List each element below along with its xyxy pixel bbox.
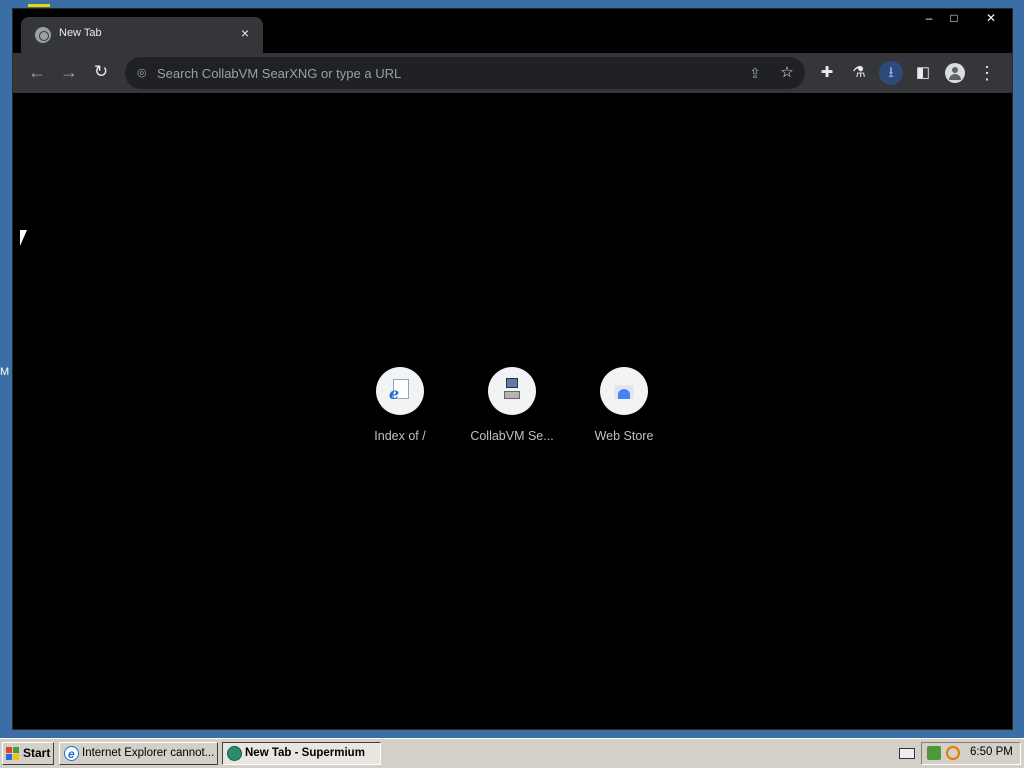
computer-icon: [504, 378, 522, 402]
shortcut-label: Web Store: [594, 429, 654, 443]
shortcut-collabvm-searxng[interactable]: CollabVM Se...: [456, 365, 568, 455]
windows-flag-icon: [6, 747, 20, 760]
taskbar-item-label: New Tab - Supermium: [245, 747, 365, 759]
browser-titlebar: New Tab × – □ ✕: [13, 9, 1012, 53]
back-button[interactable]: ←: [25, 61, 49, 85]
internet-explorer-icon: [64, 744, 79, 764]
minimize-button[interactable]: –: [916, 9, 942, 29]
keyboard-language-icon[interactable]: [899, 748, 915, 759]
browser-menu-icon[interactable]: ⋮: [975, 61, 999, 85]
taskbar-item-label: Internet Explorer cannot...: [82, 747, 215, 759]
address-bar-input[interactable]: [157, 63, 717, 83]
maximize-button[interactable]: □: [941, 9, 967, 29]
start-button[interactable]: Start: [2, 742, 54, 765]
shortcut-icon-circle: [600, 367, 648, 415]
profile-avatar-button[interactable]: [943, 61, 967, 85]
taskbar-item-internet-explorer[interactable]: Internet Explorer cannot...: [59, 742, 218, 765]
start-label: Start: [23, 746, 51, 760]
download-icon[interactable]: ⭳: [879, 61, 903, 85]
bookmark-star-icon[interactable]: ☆: [777, 63, 797, 83]
network-tray-icon[interactable]: [927, 746, 941, 760]
web-store-icon: [614, 381, 634, 399]
new-tab-page: e Index of / CollabVM Se... Web Store: [13, 95, 1012, 729]
forward-button[interactable]: →: [57, 61, 81, 85]
mouse-cursor-icon: [20, 230, 34, 246]
taskbar: Start Internet Explorer cannot... New Ta…: [0, 738, 1024, 768]
extensions-puzzle-icon[interactable]: ✚: [815, 61, 839, 85]
search-engine-icon: ◎: [137, 67, 147, 79]
shortcut-index-of[interactable]: e Index of /: [344, 365, 456, 455]
taskbar-item-supermium[interactable]: New Tab - Supermium: [222, 742, 381, 765]
supermium-icon: [227, 746, 242, 761]
omnibox[interactable]: ◎ ⇪ ☆: [125, 57, 805, 89]
globe-icon: [35, 27, 51, 43]
shortcut-label: CollabVM Se...: [470, 429, 554, 443]
search-tray-icon[interactable]: [946, 746, 960, 760]
labs-flask-icon[interactable]: ⚗: [847, 61, 871, 85]
ie-page-icon: e: [389, 379, 411, 403]
shortcut-label: Index of /: [374, 429, 426, 443]
browser-window: New Tab × – □ ✕ ← → ↻ ◎ ⇪ ☆ ✚ ⚗ ⭳ ◧ ⋮ e …: [12, 8, 1013, 730]
desktop-icon-label: M: [0, 366, 10, 378]
desktop-icon-fragment: [28, 4, 50, 7]
tab-new-tab[interactable]: New Tab ×: [21, 17, 263, 53]
browser-toolbar: ← → ↻ ◎ ⇪ ☆ ✚ ⚗ ⭳ ◧ ⋮: [13, 53, 1012, 93]
shortcut-icon-circle: e: [376, 367, 424, 415]
system-tray: 6:50 PM: [921, 742, 1021, 765]
reload-button[interactable]: ↻: [89, 61, 113, 85]
avatar: [945, 63, 965, 83]
shortcut-web-store[interactable]: Web Store: [568, 365, 680, 455]
tab-close-icon[interactable]: ×: [237, 24, 253, 42]
close-window-button[interactable]: ✕: [971, 9, 1011, 29]
tab-title: New Tab: [59, 27, 102, 39]
side-panel-icon[interactable]: ◧: [911, 61, 935, 85]
clock[interactable]: 6:50 PM: [970, 746, 1013, 758]
share-icon[interactable]: ⇪: [745, 63, 765, 83]
shortcut-icon-circle: [488, 367, 536, 415]
